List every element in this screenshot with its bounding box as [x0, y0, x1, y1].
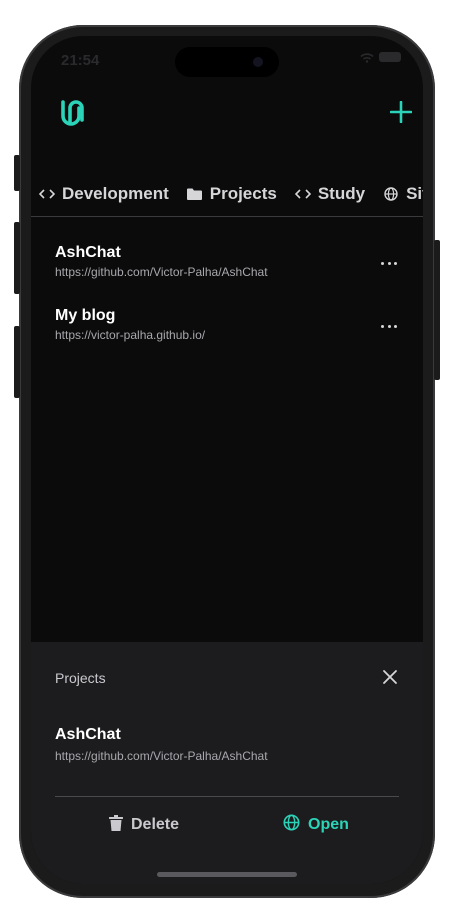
code-icon: [294, 186, 311, 202]
delete-label: Delete: [131, 816, 180, 833]
add-button[interactable]: [385, 96, 417, 128]
battery-icon: [379, 52, 401, 62]
more-options-icon[interactable]: [381, 321, 397, 331]
globe-icon: [283, 814, 300, 836]
tab-label: Projects: [209, 184, 277, 203]
folder-icon: [187, 186, 203, 202]
sheet-item-title: AshChat: [55, 726, 121, 743]
list-item[interactable]: AshChat https://github.com/Victor-Palha/…: [31, 236, 423, 299]
camera-dot: [253, 57, 263, 67]
plus-icon: [390, 101, 412, 123]
action-button: [14, 155, 20, 191]
home-indicator[interactable]: [157, 872, 297, 877]
close-icon[interactable]: [381, 668, 399, 686]
category-tabs: Development Projects Study Site: [31, 172, 423, 217]
item-title: My blog: [55, 307, 116, 324]
volume-up-button: [14, 222, 20, 294]
tab-projects[interactable]: Projects: [187, 184, 277, 204]
trash-icon: [109, 814, 123, 836]
status-time: 21:54: [61, 52, 100, 69]
tab-label: Study: [317, 184, 366, 203]
wifi-icon: [360, 52, 374, 66]
volume-down-button: [14, 326, 20, 398]
open-label: Open: [308, 816, 349, 833]
status-icons: [360, 52, 401, 66]
app-screen: 21:54 Development Projects Study Si AshC…: [31, 36, 423, 884]
item-url: https://github.com/Victor-Palha/AshChat: [55, 265, 268, 279]
power-button: [434, 240, 440, 380]
code-icon: [39, 186, 55, 202]
tab-study[interactable]: Study: [294, 184, 366, 204]
divider: [55, 796, 399, 797]
tab-label: Development: [62, 184, 169, 203]
item-title: AshChat: [55, 244, 121, 261]
dynamic-island: [175, 47, 279, 77]
tab-development[interactable]: Development: [39, 184, 169, 204]
bookmark-list: AshChat https://github.com/Victor-Palha/…: [31, 236, 423, 362]
tab-site[interactable]: Site: [383, 184, 423, 204]
app-logo-icon: [57, 96, 89, 128]
sheet-title: Projects: [55, 670, 106, 686]
open-button[interactable]: Open: [283, 810, 349, 840]
more-options-icon[interactable]: [381, 258, 397, 268]
item-url: https://victor-palha.github.io/: [55, 328, 206, 342]
bottom-sheet: Projects AshChat https://github.com/Vict…: [31, 642, 423, 884]
globe-icon: [383, 186, 399, 202]
sheet-item-url: https://github.com/Victor-Palha/AshChat: [55, 749, 268, 763]
delete-button[interactable]: Delete: [109, 810, 179, 840]
list-item[interactable]: My blog https://victor-palha.github.io/: [31, 299, 423, 362]
tab-label: Site: [406, 184, 423, 203]
